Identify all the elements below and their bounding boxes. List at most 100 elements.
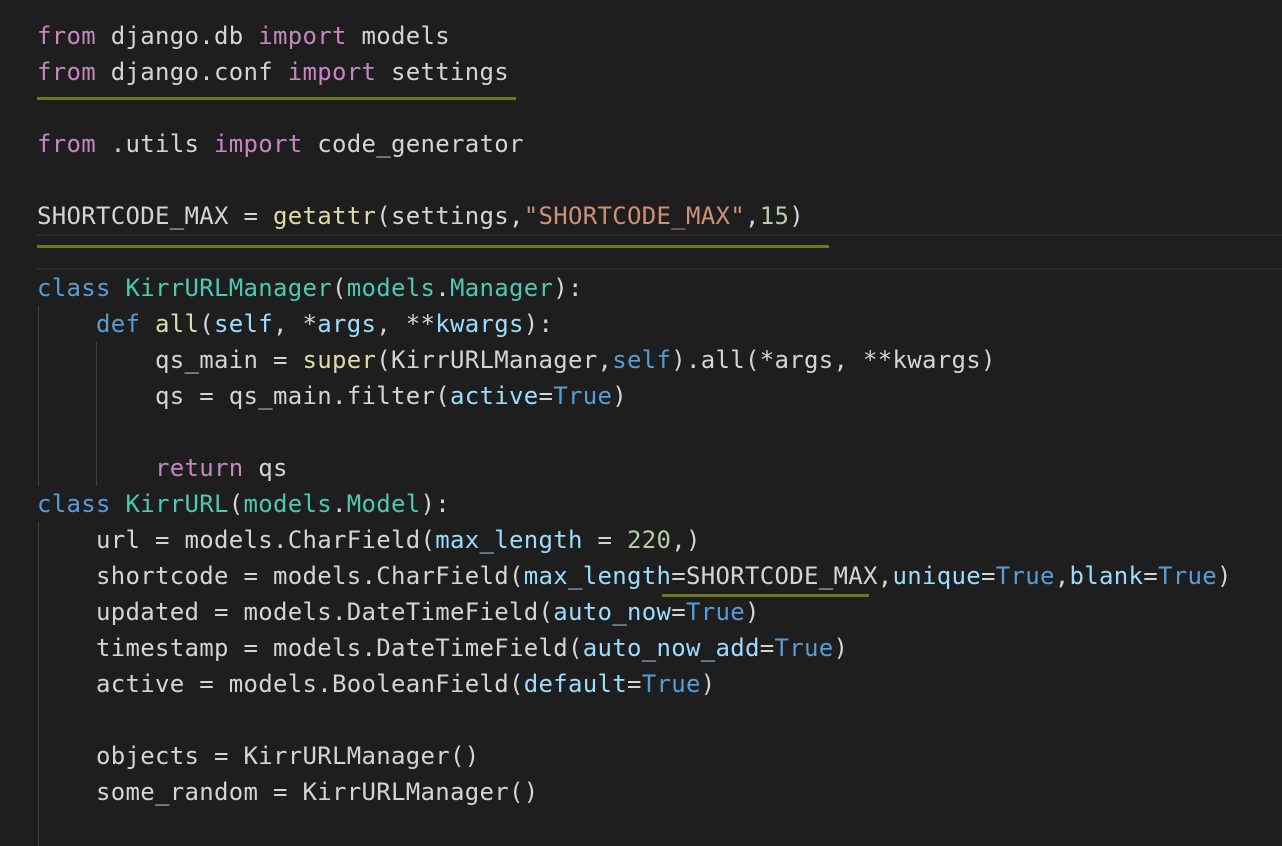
code-token: import	[258, 22, 347, 50]
code-line-14[interactable]: class KirrURL(models.Model):	[37, 486, 450, 522]
code-token: True	[553, 382, 613, 410]
code-line-19[interactable]: active = models.BooleanField(default=Tru…	[37, 666, 715, 702]
code-token: ):	[523, 310, 554, 338]
code-token: KirrURLManager	[125, 274, 332, 302]
code-token: =	[671, 598, 686, 626]
code-token: import	[214, 130, 303, 158]
code-line-18[interactable]: timestamp = models.DateTimeField(auto_no…	[37, 630, 848, 666]
code-line-2[interactable]: from django.conf import settings	[37, 54, 509, 90]
code-token: shortcode = models.CharField(	[37, 562, 524, 590]
code-token: from	[37, 58, 96, 86]
code-editor[interactable]: from django.db import models from django.…	[0, 0, 1282, 846]
code-token: =	[626, 670, 642, 698]
code-token: True	[1157, 562, 1217, 590]
code-token: 220	[626, 526, 672, 554]
code-token: ,	[745, 202, 760, 230]
code-token: kwargs	[435, 310, 524, 338]
code-token: models	[346, 274, 436, 302]
code-token: unique	[892, 562, 981, 590]
code-line-15[interactable]: url = models.CharField(max_length = 220,…	[37, 522, 701, 558]
code-token: all	[155, 310, 200, 338]
code-token: from	[37, 130, 96, 158]
code-line-8[interactable]: class KirrURLManager(models.Manager):	[37, 270, 583, 306]
code-token: )	[789, 202, 804, 230]
code-token: True	[995, 562, 1055, 590]
code-token: True	[774, 634, 834, 662]
code-token: blank	[1069, 562, 1144, 590]
code-token: ):	[553, 274, 583, 302]
code-token: import	[287, 58, 377, 86]
code-token: models	[346, 22, 450, 50]
code-token: max_length	[435, 526, 583, 554]
lint-warning-underline	[37, 245, 829, 248]
code-line-1[interactable]: from django.db import models	[37, 18, 450, 54]
code-line-13[interactable]: return qs	[37, 450, 288, 486]
code-token: KirrURL	[125, 490, 229, 518]
code-token: =	[759, 634, 775, 662]
code-token: auto_now	[553, 598, 672, 626]
code-token: .utils	[96, 130, 214, 158]
code-token: =	[1143, 562, 1158, 590]
code-token: )	[1216, 562, 1232, 590]
code-token: some_random = KirrURLManager()	[37, 778, 539, 806]
code-token: auto_now_add	[582, 634, 760, 662]
code-token: qs = qs_main.filter(	[37, 382, 450, 410]
lint-warning-underline	[662, 594, 869, 597]
code-token: )	[744, 598, 760, 626]
code-token: Manager	[450, 274, 554, 302]
code-token: =	[538, 382, 554, 410]
code-token: ,)	[671, 526, 701, 554]
code-token: True	[641, 670, 701, 698]
code-line-11[interactable]: qs = qs_main.filter(active=True)	[37, 378, 627, 414]
code-line-22[interactable]: some_random = KirrURLManager()	[37, 774, 538, 810]
code-token: (settings,	[376, 202, 524, 230]
code-token: self	[612, 346, 672, 374]
code-token: qs_main =	[37, 346, 303, 374]
code-token: =	[980, 562, 996, 590]
code-token: =SHORTCODE_MAX,	[671, 562, 893, 590]
code-line-17[interactable]: updated = models.DateTimeField(auto_now=…	[37, 594, 760, 630]
code-line-10[interactable]: qs_main = super(KirrURLManager,self).all…	[37, 342, 996, 378]
code-token: getattr	[273, 202, 377, 230]
code-token: settings	[376, 58, 509, 86]
code-token: SHORTCODE_MAX =	[37, 202, 273, 230]
code-token: models	[243, 490, 332, 518]
code-line-6[interactable]: SHORTCODE_MAX = getattr(settings,"SHORTC…	[37, 198, 804, 234]
current-line-highlight	[37, 234, 1282, 270]
code-token: 15	[759, 202, 790, 230]
code-line-9[interactable]: def all(self, *args, **kwargs):	[37, 306, 553, 342]
code-token: objects = KirrURLManager()	[37, 742, 480, 770]
code-token: (KirrURLManager,	[376, 346, 613, 374]
code-line-16[interactable]: shortcode = models.CharField(max_length=…	[37, 558, 1232, 594]
code-line-21[interactable]: objects = KirrURLManager()	[37, 738, 479, 774]
code-line-4[interactable]: from .utils import code_generator	[37, 126, 524, 162]
code-token: (	[228, 490, 244, 518]
code-token: updated = models.DateTimeField(	[37, 598, 554, 626]
code-token: ).all(*args, **kwargs)	[671, 346, 996, 374]
code-token: self	[214, 310, 273, 338]
code-token: return	[155, 454, 244, 482]
code-token: def	[96, 310, 141, 338]
code-token: django.conf	[96, 58, 288, 86]
code-token: args	[317, 310, 377, 338]
code-token: , *	[273, 310, 318, 338]
code-token: ):	[420, 490, 450, 518]
code-token: (	[332, 274, 347, 302]
code-token: active = models.BooleanField(	[37, 670, 524, 698]
code-token: url = models.CharField(	[37, 526, 436, 554]
code-token: )	[833, 634, 849, 662]
code-token: class	[37, 490, 111, 518]
code-token: ,	[1054, 562, 1070, 590]
code-token: from	[37, 22, 96, 50]
code-token: max_length	[523, 562, 672, 590]
code-token: django.db	[96, 22, 259, 50]
code-token: .	[332, 490, 347, 518]
code-token: qs	[243, 454, 288, 482]
code-token: timestamp = models.DateTimeField(	[37, 634, 583, 662]
code-token: default	[523, 670, 627, 698]
